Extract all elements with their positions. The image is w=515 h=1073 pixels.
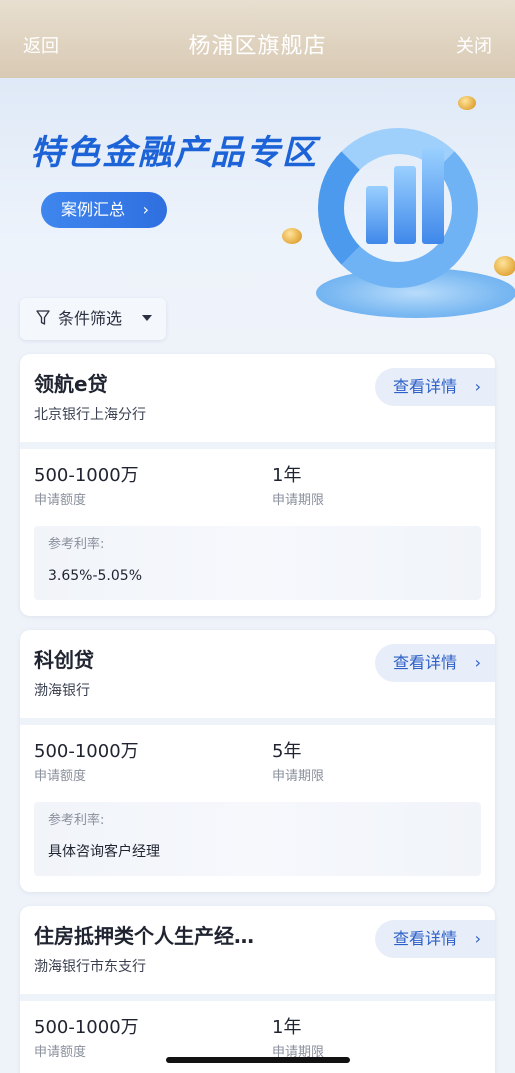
loan-term: 1年 [272,465,302,486]
close-button[interactable]: 关闭 [456,36,492,58]
product-name: 领航e贷 [34,372,108,396]
loan-amount: 500-1000万 [34,465,139,486]
divider [20,718,495,725]
product-bank: 渤海银行 [34,683,90,699]
home-indicator[interactable] [166,1057,350,1063]
product-name: 科创贷 [34,648,94,672]
product-card: 领航e贷 北京银行上海分行 查看详情 › 500-1000万 申请额度 1年 申… [20,354,495,616]
loan-amount: 500-1000万 [34,1017,139,1038]
banner-title: 特色金融产品专区 [30,133,318,173]
divider [20,442,495,449]
reference-rate-label: 参考利率: [48,537,105,552]
reference-rate-value: 3.65%-5.05% [48,568,143,584]
filter-label: 条件筛选 [58,309,123,328]
view-details-button[interactable]: 查看详情 › [375,368,495,406]
reference-rate-box: 参考利率: 具体咨询客户经理 [34,802,481,876]
view-details-label: 查看详情 [393,929,458,948]
view-details-label: 查看详情 [393,377,458,396]
coin-icon [458,96,476,110]
product-card: 科创贷 渤海银行 查看详情 › 500-1000万 申请额度 5年 申请期限 参… [20,630,495,892]
reference-rate-label: 参考利率: [48,813,105,828]
condition-filter-dropdown[interactable]: 条件筛选 [20,298,166,340]
loan-term: 5年 [272,741,302,762]
product-card: 住房抵押类个人生产经… 渤海银行市东支行 查看详情 › 500-1000万 申请… [20,906,495,1073]
product-name: 住房抵押类个人生产经… [34,924,254,948]
view-details-button[interactable]: 查看详情 › [375,644,495,682]
illustration-bar [394,166,416,244]
case-summary-label: 案例汇总 [61,200,126,219]
chevron-right-icon: › [474,377,481,396]
loan-amount: 500-1000万 [34,741,139,762]
reference-rate-value: 具体咨询客户经理 [48,844,160,860]
coin-icon [282,228,302,244]
nav-header: 返回 杨浦区旗舰店 关闭 [0,0,515,78]
chevron-right-icon: › [474,653,481,672]
coin-icon [494,256,515,276]
view-details-button[interactable]: 查看详情 › [375,920,495,958]
loan-term: 1年 [272,1017,302,1038]
case-summary-button[interactable]: 案例汇总 › [41,192,167,228]
illustration-bar [422,148,444,244]
chevron-right-icon: › [474,929,481,948]
view-details-label: 查看详情 [393,653,458,672]
loan-term-label: 申请期限 [272,493,325,508]
loan-amount-label: 申请额度 [34,1045,87,1060]
caret-down-icon [142,315,152,321]
chevron-right-icon: › [142,200,149,219]
loan-term-label: 申请期限 [272,769,325,784]
product-bank: 渤海银行市东支行 [34,959,146,975]
reference-rate-box: 参考利率: 3.65%-5.05% [34,526,481,600]
loan-amount-label: 申请额度 [34,769,87,784]
illustration-bar [366,186,388,244]
product-bank: 北京银行上海分行 [34,407,146,423]
divider [20,994,495,1001]
funnel-icon [36,310,50,325]
page-title: 杨浦区旗舰店 [188,34,327,59]
loan-amount-label: 申请额度 [34,493,87,508]
